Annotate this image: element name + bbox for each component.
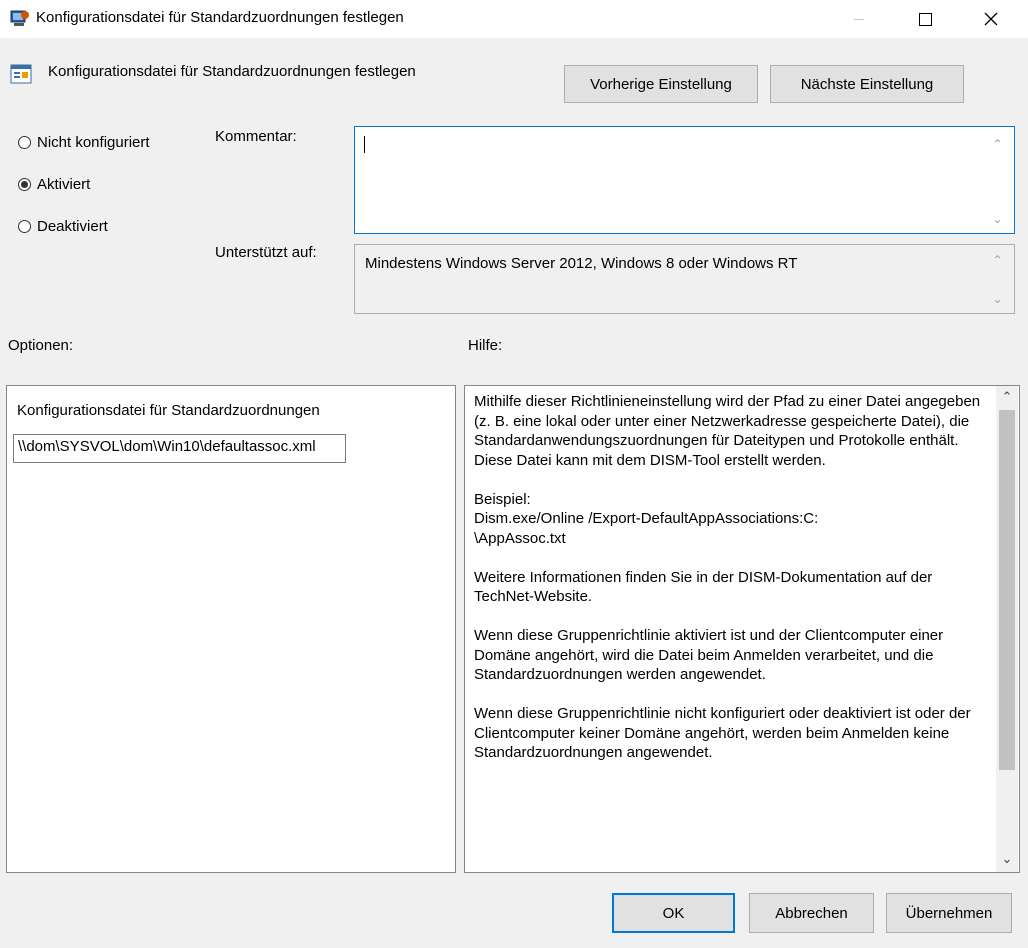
- apply-label: Übernehmen: [905, 904, 993, 922]
- chevron-down-icon[interactable]: ⌄: [999, 850, 1015, 868]
- help-scrollbar[interactable]: ⌃ ⌄: [996, 386, 1018, 872]
- help-paragraph: Wenn diese Gruppenrichtlinie aktiviert i…: [474, 627, 944, 683]
- ok-button[interactable]: OK: [612, 893, 735, 933]
- minimize-button[interactable]: [836, 0, 882, 38]
- radio-circle: [18, 136, 31, 149]
- supported-label: Unterstützt auf:: [215, 244, 317, 261]
- supported-box: Mindestens Windows Server 2012, Windows …: [354, 244, 1015, 314]
- close-button[interactable]: [968, 0, 1014, 38]
- policy-window-icon: [10, 9, 30, 27]
- help-label: Hilfe:: [468, 337, 503, 354]
- radio-circle-selected: [18, 178, 31, 191]
- comment-textarea[interactable]: ⌃ ⌄: [354, 126, 1015, 234]
- help-paragraph: Wenn diese Gruppenrichtlinie nicht konfi…: [474, 705, 971, 761]
- help-paragraph: Beispiel: Dism.exe/Online /Export-Defaul…: [474, 490, 819, 547]
- window-title: Konfigurationsdatei für Standardzuordnun…: [36, 9, 404, 26]
- config-file-input[interactable]: \\dom\SYSVOL\dom\Win10\defaultassoc.xml: [13, 434, 346, 463]
- close-icon: [984, 12, 998, 26]
- cancel-button[interactable]: Abbrechen: [749, 893, 874, 933]
- maximize-icon: [918, 12, 932, 26]
- next-setting-label: Nächste Einstellung: [800, 75, 934, 93]
- cancel-label: Abbrechen: [775, 904, 848, 922]
- options-label: Optionen:: [8, 337, 74, 354]
- radio-disabled[interactable]: Deaktiviert: [18, 218, 108, 235]
- policy-setting-icon: [10, 63, 32, 85]
- apply-button[interactable]: Übernehmen: [886, 893, 1012, 933]
- previous-setting-label: Vorherige Einstellung: [590, 75, 732, 93]
- radio-label: Nicht konfiguriert: [37, 134, 150, 151]
- help-text: Mithilfe dieser Richtlinieneinstellung w…: [474, 392, 986, 868]
- chevron-down-icon[interactable]: ⌄: [989, 210, 1006, 227]
- radio-label: Deaktiviert: [37, 218, 108, 235]
- help-paragraph: Mithilfe dieser Richtlinieneinstellung w…: [474, 393, 981, 469]
- help-paragraph: Weitere Informationen finden Sie in der …: [474, 568, 933, 606]
- previous-setting-button[interactable]: Vorherige Einstellung: [564, 65, 758, 103]
- maximize-button[interactable]: [902, 0, 948, 38]
- chevron-down-icon[interactable]: ⌄: [989, 290, 1006, 307]
- ok-label: OK: [662, 904, 685, 922]
- chevron-up-icon[interactable]: ⌃: [999, 388, 1015, 406]
- radio-enabled[interactable]: Aktiviert: [18, 176, 90, 193]
- options-field-label: Konfigurationsdatei für Standardzuordnun…: [17, 402, 320, 419]
- radio-label: Aktiviert: [37, 176, 91, 193]
- supported-value: Mindestens Windows Server 2012, Windows …: [365, 255, 798, 272]
- chevron-up-icon[interactable]: ⌃: [989, 135, 1006, 152]
- chevron-up-icon[interactable]: ⌃: [989, 251, 1006, 268]
- radio-not-configured[interactable]: Nicht konfiguriert: [18, 134, 150, 151]
- minimize-icon: [854, 18, 864, 20]
- text-cursor: [364, 136, 365, 153]
- radio-circle: [18, 220, 31, 233]
- config-file-value: \\dom\SYSVOL\dom\Win10\defaultassoc.xml: [18, 438, 316, 455]
- scrollbar-thumb[interactable]: [999, 410, 1015, 770]
- comment-label: Kommentar:: [215, 128, 297, 145]
- options-panel: Konfigurationsdatei für Standardzuordnun…: [6, 385, 456, 873]
- next-setting-button[interactable]: Nächste Einstellung: [770, 65, 964, 103]
- setting-title: Konfigurationsdatei für Standardzuordnun…: [48, 63, 416, 80]
